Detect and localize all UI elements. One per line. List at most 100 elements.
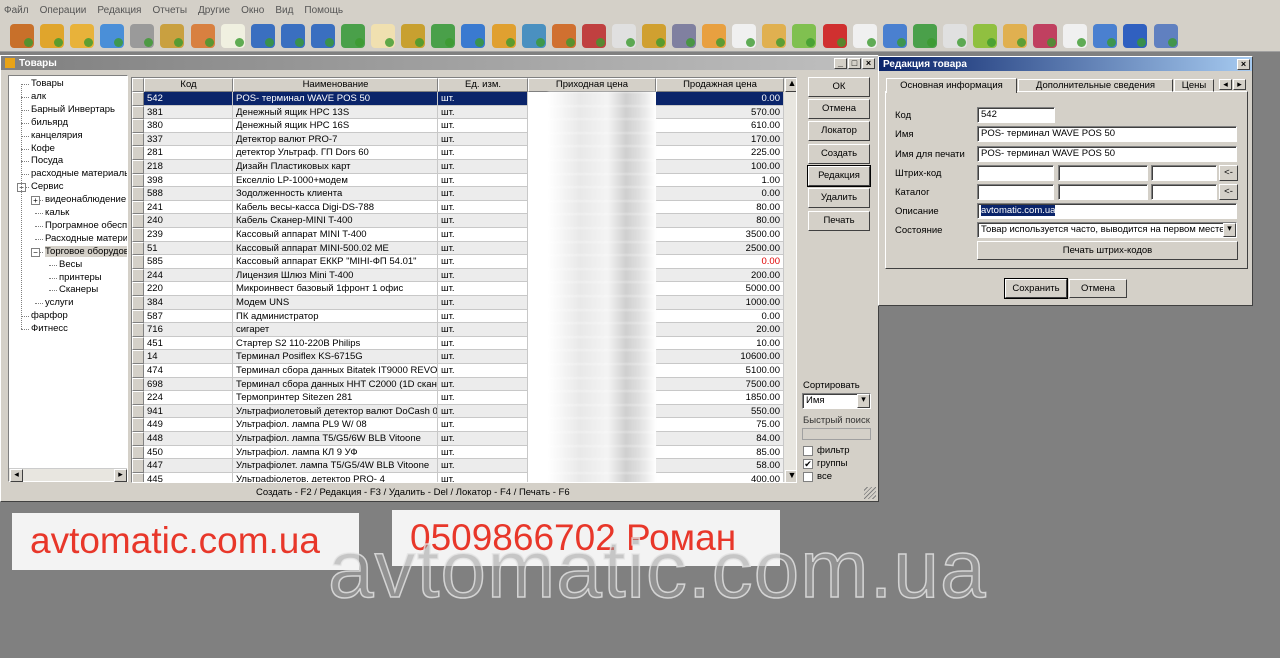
table-row[interactable]: 239 Кассовый аппарат MINI T-400 шт. 3500.00 bbox=[132, 228, 784, 242]
scroll-right-icon[interactable]: ▸ bbox=[114, 469, 127, 482]
column-header[interactable]: Ед. изм. bbox=[438, 78, 528, 92]
house-icon[interactable] bbox=[521, 23, 546, 48]
user-chat-icon[interactable] bbox=[190, 23, 215, 48]
table-row[interactable]: 381 Денежный ящик HPC 13S шт. 570.00 bbox=[132, 105, 784, 120]
save-button[interactable]: Сохранить bbox=[1004, 278, 1068, 299]
action-button[interactable]: Создать bbox=[808, 144, 870, 164]
menu-item[interactable]: Вид bbox=[275, 5, 293, 16]
catalog-arrow-button[interactable]: <- bbox=[1219, 184, 1238, 200]
refresh-red-icon[interactable] bbox=[822, 23, 847, 48]
name-input[interactable]: POS- терминал WAVE POS 50 bbox=[977, 126, 1237, 142]
code-input[interactable]: 542 bbox=[977, 107, 1055, 123]
table-row[interactable]: 281 детектор Ультраф. ГП Dors 60 шт. 225.00 bbox=[132, 146, 784, 160]
column-header[interactable]: Продажная цена bbox=[656, 78, 784, 92]
scroll-up-icon[interactable]: ▲ bbox=[785, 78, 796, 92]
action-button[interactable]: ОК bbox=[808, 77, 870, 97]
document-arrow-icon[interactable] bbox=[611, 23, 636, 48]
exit-door-icon[interactable] bbox=[10, 23, 34, 48]
gear-icon[interactable] bbox=[1153, 23, 1178, 48]
book-icon[interactable] bbox=[401, 23, 426, 48]
tree-item[interactable]: фарфор bbox=[31, 310, 68, 321]
scroll-left-icon[interactable]: ◂ bbox=[10, 469, 23, 482]
resize-grip-icon[interactable] bbox=[864, 487, 876, 499]
tree-item[interactable]: Расходные материа bbox=[45, 233, 127, 244]
doc-question-icon[interactable] bbox=[732, 23, 757, 48]
quick-search-input[interactable] bbox=[802, 428, 871, 440]
barcode-input-2[interactable] bbox=[1058, 165, 1148, 181]
dialog-close-button[interactable]: × bbox=[1237, 58, 1250, 70]
action-button[interactable]: Удалить bbox=[808, 188, 870, 208]
catalog-input-1[interactable] bbox=[977, 184, 1054, 200]
state-select[interactable]: Товар используется часто, выводится на п… bbox=[977, 222, 1237, 238]
table-row[interactable]: 337 Детектор валют PRO-7 шт. 170.00 bbox=[132, 132, 784, 147]
menu-item[interactable]: Окно bbox=[241, 5, 264, 16]
tree-item[interactable]: услуги bbox=[45, 297, 73, 308]
expand-icon[interactable]: + bbox=[31, 196, 40, 206]
action-button[interactable]: Редакция bbox=[807, 165, 871, 187]
action-button[interactable]: Локатор bbox=[808, 121, 870, 141]
products-grid[interactable]: Код Наименование Ед. изм. Приходная цена Про… bbox=[131, 77, 797, 483]
tree-item[interactable]: Програмное обеспе bbox=[45, 220, 127, 231]
menu-item[interactable]: Помощь bbox=[304, 5, 343, 16]
table-row[interactable]: 716 сигарет шт. 20.00 bbox=[132, 323, 784, 337]
doc-page-icon[interactable] bbox=[1063, 23, 1088, 48]
tree-item[interactable]: Сканеры bbox=[59, 284, 98, 295]
table-row[interactable]: 587 ПК администратор шт. 0.00 bbox=[132, 309, 784, 324]
doc-box-icon[interactable] bbox=[762, 23, 787, 48]
table-row[interactable]: 220 Микроинвест базовый 1фронт 1 офис шт. 5… bbox=[132, 282, 784, 296]
tab-main-info[interactable]: Основная информация bbox=[886, 78, 1017, 93]
tab-prices[interactable]: Цены bbox=[1174, 79, 1214, 92]
tab-scroll-right-icon[interactable]: ▸ bbox=[1233, 79, 1246, 90]
print-barcodes-button[interactable]: Печать штрих-кодов bbox=[977, 241, 1238, 260]
description-input[interactable]: avtomatic.com.ua bbox=[977, 203, 1237, 219]
tools-icon[interactable] bbox=[672, 23, 697, 48]
envelope-icon[interactable] bbox=[431, 23, 456, 48]
table-row[interactable]: 448 Ультрафіол. лампа T5/G5/6W BLB Vitoon… bbox=[132, 432, 784, 446]
maximize-button[interactable]: □ bbox=[848, 57, 861, 69]
catalog-input-3[interactable] bbox=[1151, 184, 1217, 200]
user-icon[interactable] bbox=[461, 23, 486, 48]
document-9-icon[interactable] bbox=[341, 23, 366, 48]
doc-phone-icon[interactable] bbox=[852, 23, 877, 48]
chevron-down-icon[interactable]: ▾ bbox=[857, 394, 870, 408]
keys-icon[interactable] bbox=[581, 23, 606, 48]
column-header[interactable]: Приходная цена bbox=[528, 78, 656, 92]
doc-check2-icon[interactable] bbox=[1093, 23, 1118, 48]
import-box-icon[interactable] bbox=[40, 23, 65, 48]
checkbox-1[interactable]: ✔ bbox=[803, 459, 813, 469]
tree-item[interactable]: кальк bbox=[45, 207, 69, 218]
doc-box2-icon[interactable] bbox=[1003, 23, 1028, 48]
box-icon[interactable] bbox=[491, 23, 516, 48]
tab-additional-info[interactable]: Дополнительные сведения bbox=[1018, 79, 1173, 92]
tree-item[interactable]: принтеры bbox=[59, 272, 102, 283]
sort-select[interactable]: Имя ▾ bbox=[802, 393, 871, 409]
network-icon[interactable] bbox=[100, 23, 125, 48]
export-box-icon[interactable] bbox=[70, 23, 95, 48]
barcode-arrow-button[interactable]: <- bbox=[1219, 165, 1238, 181]
barcode-input-3[interactable] bbox=[1151, 165, 1217, 181]
menu-item[interactable]: Отчеты bbox=[152, 5, 187, 16]
tree-item[interactable]: Сервис bbox=[31, 181, 64, 192]
tab-scroll-left-icon[interactable]: ◂ bbox=[1219, 79, 1232, 90]
barcode-input-1[interactable] bbox=[977, 165, 1054, 181]
table-row[interactable]: 224 Термопринтер Sitezen 281 шт. 1850.00 bbox=[132, 391, 784, 405]
table-row[interactable]: 449 Ультрафіол. лампа PL9 W/ 08 шт. 75.00 bbox=[132, 418, 784, 432]
doc-edit-icon[interactable] bbox=[882, 23, 907, 48]
box-doc-icon[interactable] bbox=[702, 23, 727, 48]
table-row[interactable]: 398 Екселліо LP-1000+модем шт. 1.00 bbox=[132, 173, 784, 188]
doc-arrow-icon[interactable] bbox=[942, 23, 967, 48]
table-row[interactable]: 240 Кабель Сканер-MINI T-400 шт. 80.00 bbox=[132, 214, 784, 228]
table-row[interactable]: 698 Терминал сбора данных HHT C2000 (1D с… bbox=[132, 377, 784, 392]
cancel-button[interactable]: Отмена bbox=[1069, 279, 1127, 298]
close-button[interactable]: × bbox=[862, 57, 875, 69]
tree-item[interactable]: Фитнесс bbox=[31, 323, 68, 334]
table-row[interactable]: 244 Лицензия Шлюз Mini T-400 шт. 200.00 bbox=[132, 268, 784, 283]
menu-item[interactable]: Другие bbox=[198, 5, 230, 16]
clipboard-icon[interactable] bbox=[371, 23, 396, 48]
tree-hscrollbar[interactable]: ◂ ▸ bbox=[9, 468, 127, 482]
tree-item[interactable]: видеонаблюдение bbox=[45, 194, 126, 205]
doc-check-icon[interactable] bbox=[912, 23, 937, 48]
tree-item[interactable]: Кофе bbox=[31, 143, 55, 154]
collapse-icon[interactable]: − bbox=[31, 247, 40, 257]
grid-vscrollbar[interactable]: ▲ ▼ bbox=[784, 78, 796, 482]
